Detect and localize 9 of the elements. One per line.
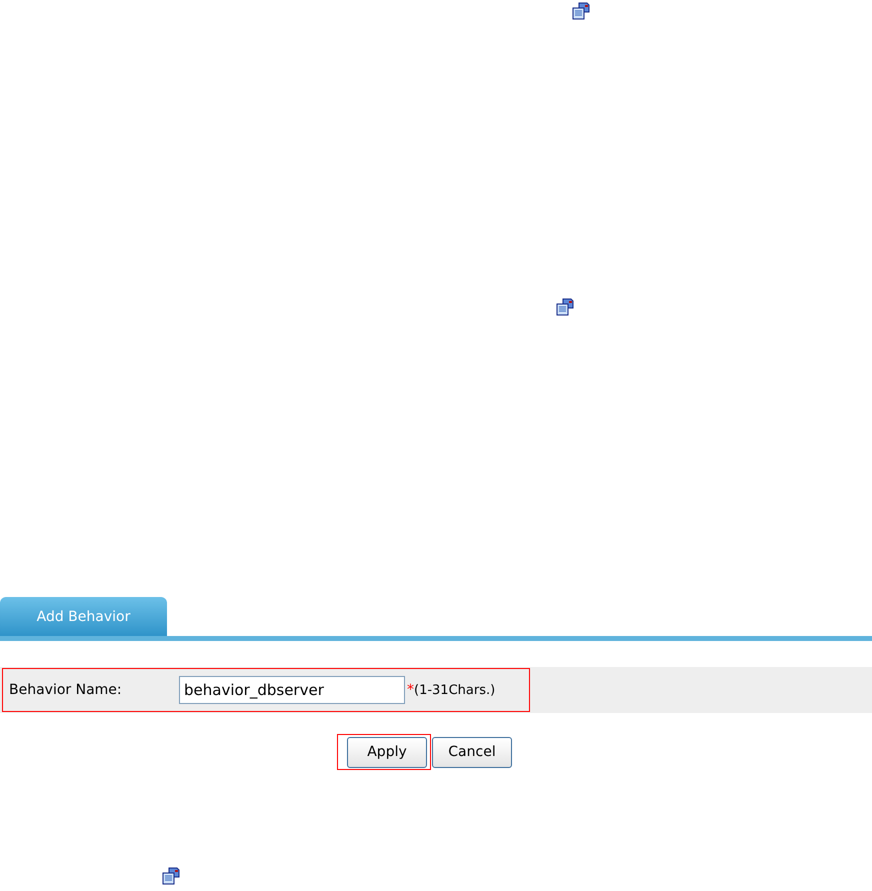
action-button[interactable]: Cancel bbox=[432, 736, 512, 768]
document-icon bbox=[571, 0, 591, 20]
field-label: Behavior Name: bbox=[9, 682, 123, 698]
document-icon bbox=[555, 296, 575, 316]
action-button[interactable]: Apply bbox=[347, 736, 427, 768]
required-mark: * bbox=[407, 682, 414, 698]
input-field[interactable]: behavior_dbserver bbox=[179, 676, 405, 704]
hint-text: (1-31Chars.) bbox=[414, 682, 496, 698]
document-icon bbox=[161, 865, 181, 885]
